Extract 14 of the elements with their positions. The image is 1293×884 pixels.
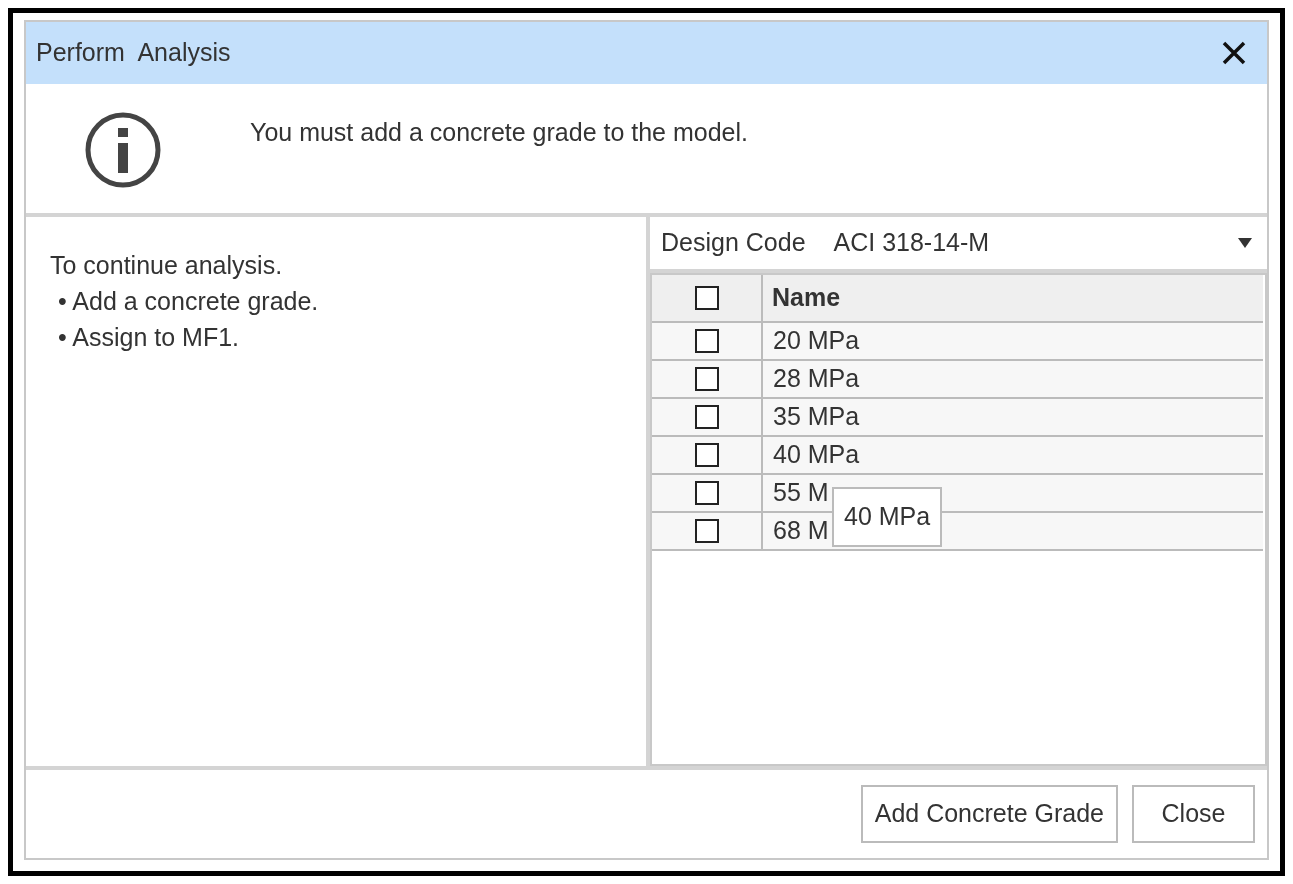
table-cell-text: 68 M xyxy=(773,515,829,547)
table-cell-text: 55 M xyxy=(773,477,829,509)
table-cell-text: 20 MPa xyxy=(773,325,860,357)
message-text: You must add a concrete grade to the model. xyxy=(250,117,748,148)
instruction-heading: To continue analysis. xyxy=(50,250,284,281)
design-code-label: Design Code xyxy=(661,227,806,259)
instruction-bullet: • Add a concrete grade. xyxy=(57,286,320,317)
design-code-value: ACI 318-14-M xyxy=(833,227,991,259)
table-cell-text: 35 MPa xyxy=(773,401,860,433)
tooltip: 40 MPa xyxy=(832,487,943,547)
window-title: Perform Analysis xyxy=(36,37,231,69)
instruction-bullet: • Assign to MF1. xyxy=(57,322,241,353)
table-cell-text: 40 MPa xyxy=(773,439,860,471)
table-cell-text: 28 MPa xyxy=(773,363,860,395)
